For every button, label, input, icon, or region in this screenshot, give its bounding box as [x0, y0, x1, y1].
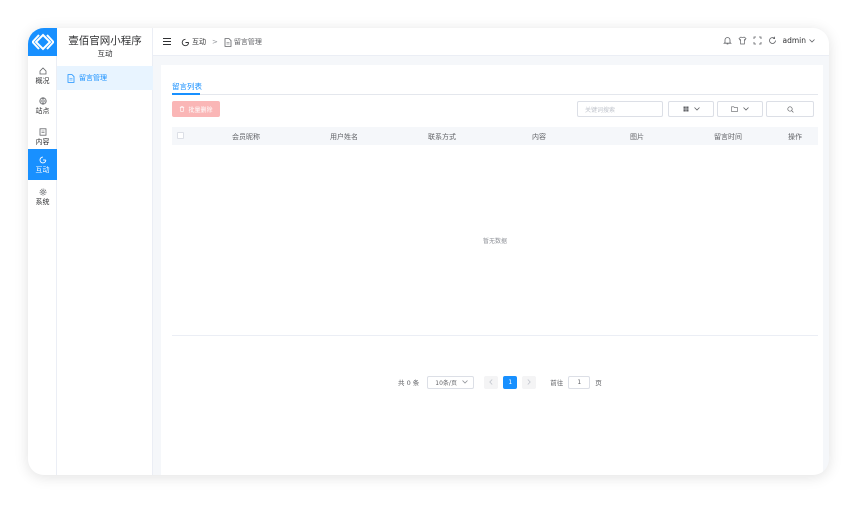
bell-icon[interactable]: [722, 36, 732, 45]
nav-item-label: 系统: [35, 198, 50, 206]
goto-page-input[interactable]: 1: [568, 375, 591, 389]
pagination-total: 共 0 条: [398, 379, 420, 387]
next-page-button[interactable]: [522, 375, 537, 389]
chat-icon: [181, 38, 190, 47]
chevron-down-icon: [693, 107, 700, 111]
nav-item-system[interactable]: 系统: [28, 181, 57, 212]
home-icon: [38, 66, 47, 75]
folder-icon: [731, 106, 738, 112]
sidebar-item-label: 留言管理: [79, 74, 107, 82]
nav-item-content[interactable]: 内容: [28, 121, 57, 152]
nav-item-label: 内容: [35, 138, 50, 146]
table-bottom-border: [172, 335, 818, 336]
gear-icon: [38, 187, 47, 196]
document-icon: [38, 127, 47, 136]
file-icon: [67, 73, 75, 83]
table-header: 会员昵称 用户姓名 联系方式 内容 图片 留言时间 操作: [172, 127, 818, 145]
tab-message-list[interactable]: 留言列表: [172, 81, 202, 92]
secondary-sidebar: 壹佰官网小程序 互动 留言管理: [57, 28, 153, 475]
grid-icon: [683, 106, 689, 112]
prev-page-button[interactable]: [484, 375, 499, 389]
nav-item-label: 互动: [35, 166, 50, 174]
refresh-icon[interactable]: [768, 36, 777, 45]
column-header-name[interactable]: 用户姓名: [330, 132, 358, 142]
column-header-content[interactable]: 内容: [532, 132, 546, 142]
section-title: 互动: [97, 49, 113, 58]
chat-icon: [38, 155, 47, 164]
select-all-checkbox[interactable]: [177, 132, 184, 139]
brand: 壹佰官网小程序 互动: [57, 35, 153, 59]
breadcrumb-item-current: 留言管理: [233, 38, 262, 46]
export-button[interactable]: [717, 101, 763, 117]
logo-icon: [28, 28, 57, 56]
column-header-nickname[interactable]: 会员昵称: [232, 132, 260, 142]
batch-delete-button[interactable]: 批量删除: [172, 101, 220, 117]
nav-item-label: 站点: [35, 107, 50, 115]
sidebar-item-message-management[interactable]: 留言管理: [57, 66, 153, 90]
column-header-time[interactable]: 留言时间: [714, 132, 742, 142]
tab-divider: [172, 94, 818, 95]
chevron-down-icon: [462, 380, 469, 384]
column-toggle-button[interactable]: [668, 101, 714, 117]
top-header: 互动 > 留言管理 admin: [153, 28, 829, 56]
primary-nav: 概况 站点 内容 互动 系统: [28, 28, 57, 475]
pagination: 共 0 条 10条/页 1 前往 1 页: [398, 375, 602, 389]
globe-icon: [38, 96, 47, 105]
column-header-image[interactable]: 图片: [630, 132, 644, 142]
batch-delete-label: 批量删除: [188, 106, 213, 114]
chevron-left-icon: [489, 379, 493, 385]
column-header-contact[interactable]: 联系方式: [428, 132, 456, 142]
shirt-icon[interactable]: [738, 36, 747, 45]
search-icon: [786, 105, 794, 113]
empty-state: 暂无数据: [482, 237, 507, 245]
menu-toggle-icon[interactable]: [163, 38, 171, 45]
tab-active-indicator: [172, 93, 200, 95]
breadcrumb-item-interaction[interactable]: 互动: [192, 37, 206, 47]
goto-page-suffix: 页: [595, 379, 602, 387]
fullscreen-icon[interactable]: [753, 36, 762, 45]
app-name: 壹佰官网小程序: [68, 35, 142, 47]
chevron-right-icon: [527, 379, 532, 385]
content-card: 留言列表 批量删除 关键词搜索 会员昵称 用户姓名 联系方式 内容 图片 留言时…: [161, 65, 823, 475]
nav-item-label: 概况: [35, 77, 50, 85]
breadcrumb-separator: >: [212, 38, 218, 46]
page-number-current[interactable]: 1: [503, 375, 518, 389]
column-header-actions: 操作: [788, 133, 802, 141]
page-size-select[interactable]: 10条/页: [427, 375, 475, 389]
username: admin: [782, 36, 807, 45]
chevron-down-icon: [743, 107, 749, 111]
file-icon: [224, 37, 232, 47]
header-actions: admin: [717, 36, 816, 45]
search-input[interactable]: 关键词搜索: [577, 101, 663, 117]
page-size-value: 10条/页: [435, 379, 457, 387]
breadcrumb: 互动 > 留言管理: [181, 37, 262, 47]
search-button[interactable]: [766, 101, 814, 117]
nav-item-sites[interactable]: 站点: [28, 90, 57, 121]
trash-icon: [179, 106, 185, 112]
nav-item-overview[interactable]: 概况: [28, 60, 57, 91]
app-window: 概况 站点 内容 互动 系统 壹佰官网小程序 互动 留言管理 互动 > 留言管理…: [28, 28, 829, 475]
user-menu[interactable]: admin: [783, 36, 816, 45]
nav-item-interaction[interactable]: 互动: [28, 149, 57, 180]
chevron-down-icon: [809, 38, 815, 43]
goto-label: 前往: [550, 379, 564, 387]
